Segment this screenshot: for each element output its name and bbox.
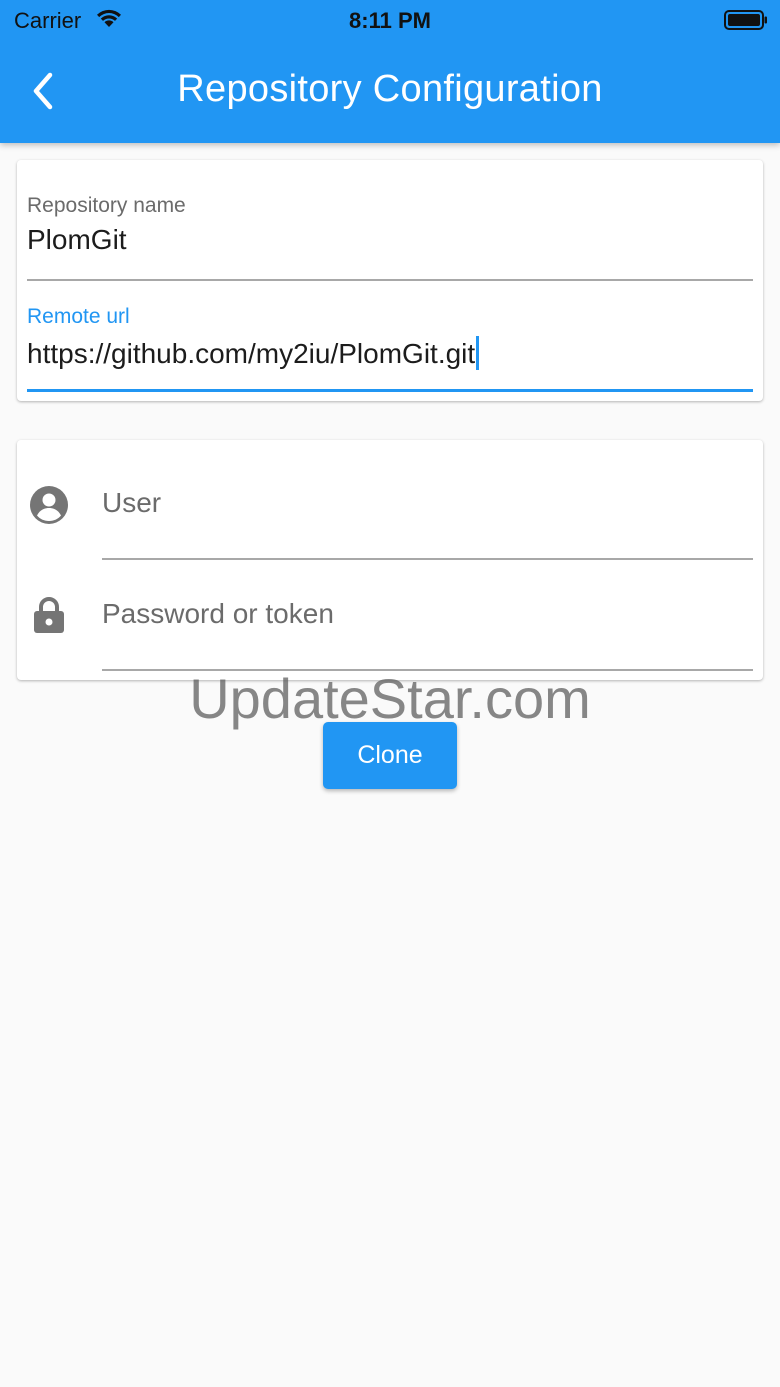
user-underline	[102, 558, 753, 560]
battery-icon	[724, 10, 767, 30]
app-bar: Carrier 8:11 PM Repository Configuration	[0, 0, 780, 143]
status-bar: Carrier 8:11 PM	[0, 0, 780, 40]
repository-name-field[interactable]: PlomGit	[27, 224, 127, 256]
remote-url-underline	[27, 389, 753, 392]
status-time: 8:11 PM	[349, 8, 431, 33]
remote-url-value: https://github.com/my2iu/PlomGit.git	[27, 338, 476, 369]
user-field[interactable]: User	[102, 487, 161, 519]
repository-name-underline	[27, 279, 753, 281]
credentials-card: User Password or token	[17, 440, 763, 680]
clone-button[interactable]: Clone	[323, 722, 457, 789]
remote-url-label: Remote url	[27, 305, 130, 328]
password-underline	[102, 669, 753, 671]
text-cursor	[476, 336, 480, 370]
password-field[interactable]: Password or token	[102, 598, 334, 630]
remote-url-field[interactable]: https://github.com/my2iu/PlomGit.git	[27, 336, 480, 370]
account-circle-icon	[29, 485, 69, 525]
repository-name-label: Repository name	[27, 194, 186, 217]
lock-icon	[29, 595, 69, 635]
repository-card: Repository name PlomGit Remote url https…	[17, 160, 763, 401]
page-title: Repository Configuration	[177, 68, 603, 110]
